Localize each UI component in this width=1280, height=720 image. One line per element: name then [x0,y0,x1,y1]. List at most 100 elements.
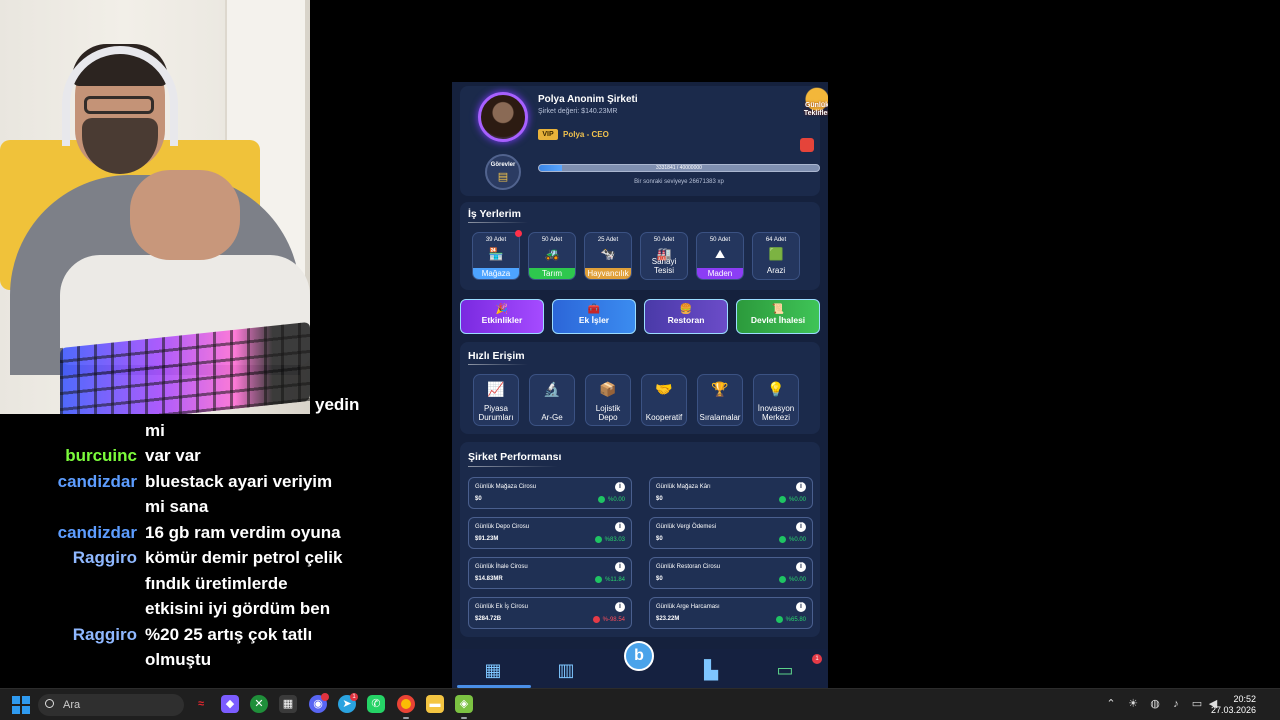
game-window: Görevler ▤ Polya Anonim Şirketi Şirket d… [452,82,828,688]
wallet-icon[interactable]: ▭ [774,659,796,681]
file-explorer-icon[interactable]: ▬ [426,695,444,713]
performance-metric[interactable]: Günlük Mağaza Cirosu $0 i %0.00 [468,477,632,509]
action-icon: 📜 [771,304,785,315]
app-icon[interactable]: ◆ [221,695,239,713]
metric-title: Günlük Restoran Cirosu [656,564,721,570]
chat-message: Raggiro kömür demir petrol çelik [0,545,440,571]
chat-username: candizdar [57,471,137,491]
action-button[interactable]: 🧰 Ek İşler [552,299,636,334]
workplace-count: 64 Adet [765,237,787,243]
quick-access-label: Piyasa Durumları [478,404,514,422]
taskbar-clock[interactable]: 20:52 27.03.2026 [1211,694,1256,716]
performance-metric[interactable]: Günlük Ek İş Cirosu $284.72B i %-98.54 [468,597,632,629]
performance-metric[interactable]: Günlük Arge Harcaması $23.22M i %65.80 [649,597,813,629]
performance-metric[interactable]: Günlük Mağaza Kârı $0 i %0.00 [649,477,813,509]
company-icon[interactable]: ▙ [700,659,722,681]
info-icon[interactable]: i [615,602,625,612]
quick-access-tile[interactable]: 📦 Lojistik Depo [585,374,631,426]
info-icon[interactable]: i [796,482,806,492]
performance-metric[interactable]: Günlük Vergi Ödemesi $0 i %0.00 [649,517,813,549]
brightness-icon[interactable]: ☀ [1126,697,1140,711]
network-icon[interactable]: ▭ [1190,697,1204,711]
tasks-button[interactable]: Görevler ▤ [485,154,521,190]
chat-username: Raggiro [72,624,137,644]
quick-access-tile[interactable]: 🔬 Ar-Ge [529,374,575,426]
action-button[interactable]: 🍔 Restoran [644,299,728,334]
home-logo-button[interactable]: b [624,641,654,671]
metric-change-value: %0.00 [788,537,806,544]
metric-change-value: %0.00 [788,577,806,584]
chat-username: candizdar [57,522,137,542]
trend-up-icon [594,536,602,543]
chat-text: 16 gb ram verdim oyuna [145,522,341,542]
chat-text: var var [145,446,201,465]
bluestacks-icon[interactable]: ◈ [455,695,473,713]
workplace-count: 39 Adet [485,237,507,243]
dashboard-icon[interactable]: ▦ [482,659,504,681]
chat-text: yedin [315,398,360,414]
chat-username [0,596,145,622]
quick-access-tile[interactable]: 🏆 Sıralamalar [697,374,743,426]
performance-metric[interactable]: Günlük İhale Cirosu $14.83MR i %11.84 [468,557,632,589]
chat-username [0,418,145,444]
action-label: Ek İşler [578,315,610,325]
avatar[interactable] [478,92,528,142]
chat-message: candizdar bluestack ayari veriyim [0,469,440,495]
whatsapp-icon[interactable]: ✆ [367,695,385,713]
workplace-count: 50 Adet [541,237,563,243]
metric-change: %11.84 [595,576,625,583]
quick-access-tile[interactable]: 💡 İnovasyon Merkezi [753,374,799,426]
metric-change: %0.00 [778,576,806,584]
notification-badge: 1 [812,654,822,664]
taskbar-search[interactable]: Ara [38,694,184,716]
workplace-label: Arazi [766,266,786,275]
start-icon[interactable] [12,696,30,714]
building-icon[interactable]: ▥ [555,659,577,681]
action-button[interactable]: 🎉 Etkinlikler [460,299,544,334]
workplace-tile[interactable]: 50 Adet 🚜 Tarım [528,232,576,280]
role-label: Polya - CEO [563,130,609,139]
chrome-icon[interactable] [397,695,415,713]
info-icon[interactable]: i [796,522,806,532]
chat-text: etkisini iyi gördüm ben [145,599,331,618]
workplace-icon: 🐄 [600,247,616,261]
workplace-tile[interactable]: 50 Adet ⛰ Maden [696,232,744,280]
steam-icon[interactable]: ◍ [1148,697,1162,711]
search-icon [45,699,54,708]
chat-message: burcuinc var var [0,443,440,469]
info-icon[interactable]: i [615,522,625,532]
chat-username: burcuinc [65,446,137,465]
metric-change-value: %-98.54 [602,617,625,624]
metric-value: $14.83MR [475,576,503,582]
quick-access-tile[interactable]: 🤝 Kooperatif [641,374,687,426]
quick-access-tile[interactable]: 📈 Piyasa Durumları [473,374,519,426]
workplace-tile[interactable]: 50 Adet 🏭 Sanayi Tesisi [640,232,688,280]
xbox-icon[interactable]: ✕ [250,695,268,713]
info-icon[interactable]: i [796,562,806,572]
workplace-tile[interactable]: 25 Adet 🐄 Hayvancılık [584,232,632,280]
chat-message: mi [0,418,440,444]
metric-value: $23.22M [656,616,680,622]
workplace-label: Tarım [529,268,575,279]
clock-time: 20:52 [1233,694,1256,704]
info-icon[interactable]: i [615,562,625,572]
chevron-up-icon[interactable]: ⌃ [1104,697,1118,711]
razer-icon[interactable]: ≈ [192,695,210,713]
chat-username [0,494,145,520]
calculator-icon[interactable]: ▦ [279,695,297,713]
daily-offers-button[interactable]: Günlük Teklifler [798,84,828,122]
chat-text: bluestack ayari veriyim [145,471,333,491]
performance-metric[interactable]: Günlük Restoran Cirosu $0 i %0.00 [649,557,813,589]
quick-access-label: Sıralamalar [699,413,741,422]
chat-message: yedin [0,398,440,418]
gift-icon[interactable] [800,138,814,152]
workplace-tile[interactable]: 39 Adet 🏪 Mağaza [472,230,522,280]
workplace-tile[interactable]: 64 Adet 🟩 Arazi [752,232,800,280]
info-icon[interactable]: i [796,602,806,612]
info-icon[interactable]: i [615,482,625,492]
active-app-indicator [461,717,467,719]
workplace-count: 50 Adet [709,237,731,243]
action-button[interactable]: 📜 Devlet İhalesi [736,299,820,334]
performance-metric[interactable]: Günlük Depo Cirosu $91.23M i %83.03 [468,517,632,549]
microphone-icon[interactable]: ♪ [1169,697,1183,711]
